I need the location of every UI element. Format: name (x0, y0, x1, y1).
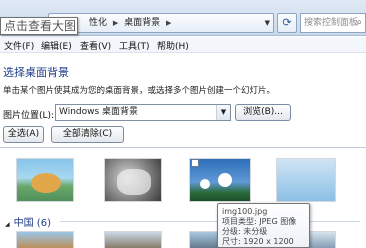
select-all-button[interactable]: 全选(A) (3, 126, 44, 143)
menu-edit[interactable]: 编辑(E) (41, 39, 72, 52)
breadcrumb-desktop-background[interactable]: 桌面背景 (124, 14, 160, 32)
wallpaper-thumbnail[interactable] (16, 158, 74, 202)
group-title: 中国 (6) (13, 218, 51, 229)
wallpaper-thumbnail[interactable] (104, 231, 162, 248)
address-bar[interactable]: 性化 ▶ 桌面背景 ▶ ▼ (48, 13, 274, 33)
group-divider (60, 221, 360, 222)
picture-location-label: 图片位置(L): (3, 111, 55, 121)
page-title: 选择桌面背景 (3, 66, 69, 79)
wallpaper-thumbnail[interactable] (276, 158, 336, 202)
page-description: 单击某个图片使其成为您的桌面背景，或选择多个图片创建一个幻灯片。 (3, 86, 276, 96)
chevron-down-icon[interactable]: ▼ (216, 105, 230, 120)
clear-all-button[interactable]: 全部清除(C) (51, 126, 124, 143)
menu-help[interactable]: 帮助(H) (157, 39, 189, 52)
tooltip-type: 项目类型: JPEG 图像 (222, 217, 297, 226)
refresh-icon: ⟳ (282, 16, 292, 29)
image-info-tooltip: img100.jpg 项目类型: JPEG 图像 分级: 未分级 尺寸: 192… (217, 203, 310, 248)
tooltip-rating: 分级: 未分级 (222, 227, 268, 236)
collapse-triangle-icon[interactable]: ◢ (5, 221, 10, 228)
picture-location-value: Windows 桌面背景 (59, 107, 139, 117)
browse-button[interactable]: 浏览(B)... (235, 104, 291, 121)
menu-bar: 文件(F) 编辑(E) 查看(V) 工具(T) 帮助(H) (0, 37, 366, 53)
breadcrumb-personalization[interactable]: 性化 (89, 14, 107, 32)
chevron-down-icon[interactable]: ▼ (265, 14, 270, 32)
breadcrumb-separator-icon[interactable]: ▶ (113, 14, 118, 32)
wallpaper-checkbox[interactable] (191, 159, 199, 167)
tooltip-filename: img100.jpg (222, 207, 268, 216)
search-input[interactable]: 搜索控制面板 ⌕ (300, 13, 366, 33)
tooltip-size: 尺寸: 1920 x 1200 (222, 237, 294, 246)
wallpaper-thumbnail[interactable] (104, 158, 162, 202)
wallpaper-thumbnail[interactable] (16, 231, 74, 248)
group-header-china[interactable]: ◢ 中国 (6) (5, 214, 51, 229)
refresh-button[interactable]: ⟳ (277, 13, 297, 33)
search-placeholder: 搜索控制面板 (304, 18, 359, 28)
menu-file[interactable]: 文件(F) (4, 39, 34, 52)
search-icon[interactable]: ⌕ (356, 14, 362, 32)
breadcrumb-separator-icon[interactable]: ▶ (166, 14, 171, 32)
view-large-image-tooltip: 点击查看大图 (0, 17, 78, 35)
picture-location-select[interactable]: Windows 桌面背景 ▼ (55, 104, 231, 121)
menu-tools[interactable]: 工具(T) (119, 39, 150, 52)
menu-view[interactable]: 查看(V) (80, 39, 111, 52)
